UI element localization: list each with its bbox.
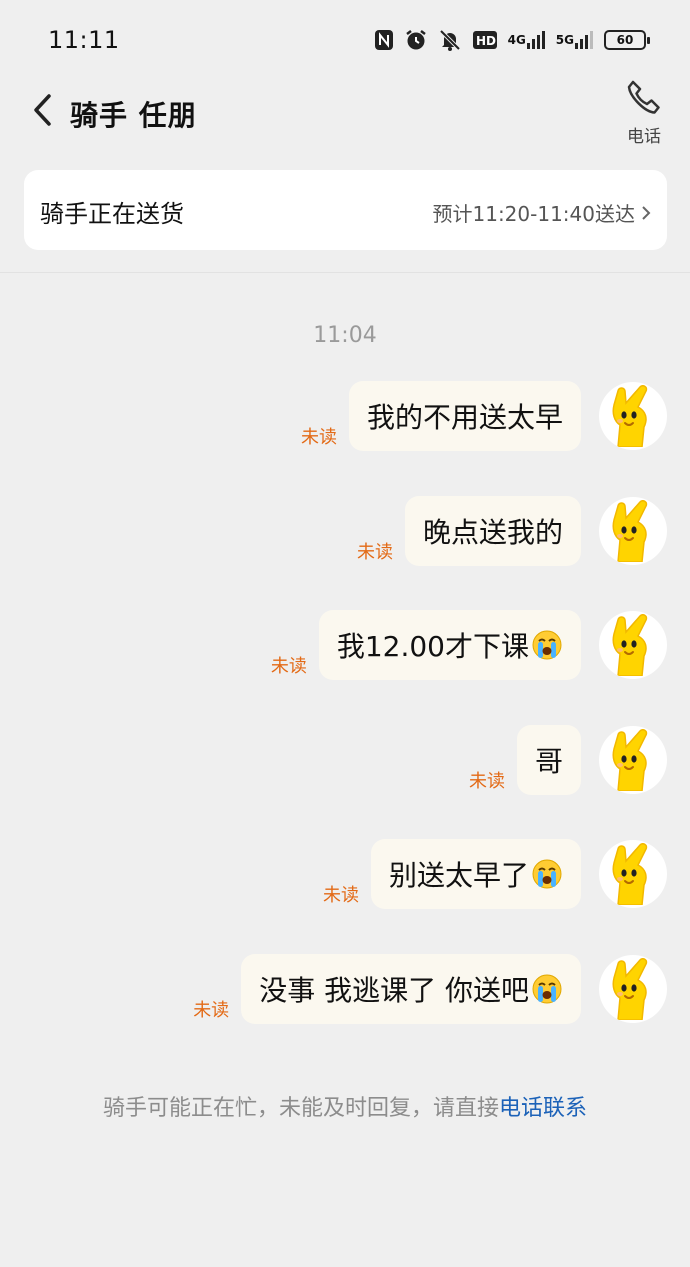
yellow-hand-avatar-icon bbox=[612, 957, 648, 1020]
chevron-right-icon bbox=[642, 205, 651, 220]
signal-5g-icon: 5G bbox=[556, 27, 594, 53]
phone-icon bbox=[627, 80, 660, 114]
message-bubble[interactable]: 别送太早了 bbox=[370, 839, 581, 909]
page-title: 骑手 任朋 bbox=[70, 99, 197, 132]
message-bubble[interactable]: 没事 我逃课了 你送吧 bbox=[241, 953, 581, 1024]
delivery-status: 骑手正在送货 bbox=[40, 200, 184, 228]
eta-text: 预计11:20-11:40送达 bbox=[432, 202, 636, 226]
call-contact-link[interactable]: 电话联系 bbox=[499, 1096, 587, 1121]
rider-busy-note: 骑手可能正在忙，未能及时回复，请直接电话联系 bbox=[80, 1092, 610, 1126]
message-bubble[interactable]: 我的不用送太早 bbox=[348, 381, 581, 451]
message-text: 别送太早了 bbox=[388, 859, 529, 892]
message-row: 未读 我12.00才下课 bbox=[271, 610, 667, 680]
svg-text:HD: HD bbox=[476, 34, 496, 48]
note-text: 骑手可能正在忙，未能及时回复，请直接 bbox=[102, 1096, 499, 1121]
call-button[interactable]: 电话 bbox=[614, 78, 674, 154]
call-label: 电话 bbox=[627, 127, 661, 147]
unread-label: 未读 bbox=[356, 541, 393, 563]
yellow-hand-avatar-icon bbox=[612, 728, 648, 791]
crying-face-icon bbox=[532, 859, 562, 889]
message-text: 我的不用送太早 bbox=[366, 401, 563, 434]
unread-label: 未读 bbox=[468, 770, 505, 792]
message-bubble[interactable]: 晚点送我的 bbox=[404, 495, 581, 566]
chat-screen: 11:11 HD 4G 5G 60 骑手 任朋 电话 骑手正在送货 预计11:2… bbox=[0, 0, 690, 1267]
unread-label: 未读 bbox=[270, 656, 307, 677]
yellow-hand-avatar-icon bbox=[612, 614, 648, 676]
avatar[interactable] bbox=[599, 725, 667, 794]
message-bubble[interactable]: 我12.00才下课 bbox=[318, 610, 581, 680]
delivery-eta: 预计11:20-11:40送达 bbox=[433, 198, 652, 227]
unread-label: 未读 bbox=[322, 885, 359, 906]
message-text: 晚点送我的 bbox=[422, 515, 563, 549]
message-row: 未读 没事 我逃课了 你送吧 bbox=[193, 953, 667, 1024]
header-divider bbox=[0, 272, 690, 273]
mute-bell-icon bbox=[438, 27, 462, 53]
message-bubble[interactable]: 哥 bbox=[516, 724, 581, 795]
yellow-hand-avatar-icon bbox=[612, 385, 648, 447]
back-button[interactable] bbox=[22, 90, 62, 130]
message-row: 未读 我的不用送太早 bbox=[301, 381, 667, 451]
unread-label: 未读 bbox=[300, 427, 337, 448]
hd-icon: HD bbox=[472, 27, 498, 53]
avatar[interactable] bbox=[599, 496, 667, 565]
alarm-icon bbox=[404, 27, 428, 53]
avatar[interactable] bbox=[599, 840, 667, 908]
unread-label: 未读 bbox=[193, 999, 230, 1021]
status-time: 11:11 bbox=[48, 26, 120, 54]
status-bar: 11:11 HD 4G 5G 60 bbox=[0, 0, 690, 80]
yellow-hand-avatar-icon bbox=[612, 843, 648, 905]
nfc-icon bbox=[374, 27, 394, 53]
avatar[interactable] bbox=[599, 611, 667, 679]
message-row: 未读 哥 bbox=[468, 724, 667, 795]
message-text: 哥 bbox=[534, 744, 563, 778]
back-arrow-icon bbox=[34, 94, 51, 126]
message-text: 没事 我逃课了 你送吧 bbox=[259, 973, 529, 1007]
battery-icon: 60 bbox=[604, 30, 650, 50]
avatar[interactable] bbox=[599, 382, 667, 450]
delivery-status-card[interactable]: 骑手正在送货 预计11:20-11:40送达 bbox=[24, 170, 667, 250]
message-row: 未读 晚点送我的 bbox=[356, 495, 667, 566]
avatar[interactable] bbox=[599, 954, 667, 1023]
message-row: 未读 别送太早了 bbox=[323, 839, 667, 909]
chat-header: 骑手 任朋 电话 bbox=[0, 74, 690, 154]
yellow-hand-avatar-icon bbox=[612, 499, 648, 562]
signal-4g-icon: 4G bbox=[508, 27, 546, 53]
status-icons: HD 4G 5G 60 bbox=[374, 26, 650, 54]
crying-face-icon bbox=[532, 630, 562, 660]
message-text: 我12.00才下课 bbox=[336, 630, 529, 663]
chat-timestamp: 11:04 bbox=[313, 323, 377, 348]
crying-face-icon bbox=[532, 974, 562, 1003]
